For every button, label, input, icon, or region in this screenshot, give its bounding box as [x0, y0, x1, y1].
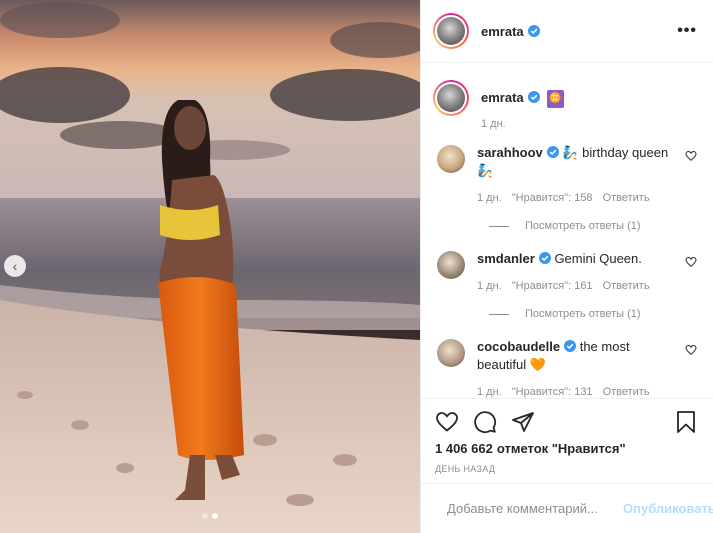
chevron-left-icon: ‹	[12, 258, 18, 274]
commenter-avatar[interactable]	[437, 145, 465, 173]
post-side-panel: emrata ••• emrata ♊ 1 дн. sarahhoov 🧞 bi…	[420, 0, 713, 533]
verified-badge-icon	[564, 340, 577, 352]
commenter-username[interactable]: cocobaudelle	[477, 339, 560, 354]
author-username[interactable]: emrata	[481, 24, 540, 39]
post-actions: 1 406 662 отметок "Нравится" ДЕНЬ НАЗАД	[421, 398, 713, 474]
add-comment-bar: Опубликовать	[421, 483, 713, 533]
reply-button[interactable]: Ответить	[603, 386, 650, 398]
comment-like-heart-icon[interactable]	[685, 150, 697, 162]
commenter-username[interactable]: sarahhoov	[477, 145, 543, 160]
carousel-indicator	[0, 513, 420, 519]
view-replies-button[interactable]: Посмотреть ответы (1)	[489, 308, 697, 320]
verified-badge-icon	[527, 91, 540, 103]
publish-button[interactable]: Опубликовать	[623, 501, 713, 516]
heart-icon[interactable]	[435, 410, 459, 434]
comment-likes[interactable]: "Нравится": 158	[512, 192, 593, 204]
paper-plane-icon[interactable]	[511, 410, 535, 434]
comments-list[interactable]: emrata ♊ 1 дн. sarahhoov 🧞 birthday quee…	[421, 64, 713, 398]
beach-photo	[0, 0, 420, 533]
comment-likes[interactable]: "Нравится": 161	[512, 280, 593, 292]
post-photo[interactable]: ‹	[0, 0, 420, 533]
comment-time[interactable]: 1 дн.	[477, 192, 502, 204]
carousel-dot	[202, 513, 208, 519]
view-replies-button[interactable]: Посмотреть ответы (1)	[489, 220, 697, 232]
instagram-post: ‹ emrata ••• emrata ♊ 1 дн. sarahhoov 🧞 …	[0, 0, 713, 533]
comment: smdanler Gemini Queen. 1 дн. "Нравится": 1…	[433, 250, 697, 292]
comment: sarahhoov 🧞 birthday queen 🧞 1 дн. "Нравит…	[433, 144, 697, 204]
author-avatar[interactable]	[433, 13, 469, 49]
commenter-avatar[interactable]	[437, 251, 465, 279]
verified-badge-icon	[546, 146, 559, 158]
commenter-username[interactable]: smdanler	[477, 251, 535, 266]
reply-button[interactable]: Ответить	[603, 280, 650, 292]
comment-time[interactable]: 1 дн.	[477, 386, 502, 398]
verified-badge-icon	[527, 24, 540, 37]
commenter-avatar[interactable]	[437, 339, 465, 367]
caption-time[interactable]: 1 дн.	[481, 118, 506, 130]
carousel-prev-button[interactable]: ‹	[4, 255, 26, 277]
caption-avatar[interactable]	[433, 80, 469, 116]
more-options-icon[interactable]: •••	[677, 22, 697, 40]
caption-username[interactable]: emrata	[481, 90, 524, 105]
post-caption: emrata ♊ 1 дн.	[433, 80, 697, 130]
comment-like-heart-icon[interactable]	[685, 344, 697, 356]
post-header: emrata •••	[421, 0, 713, 63]
comment-time[interactable]: 1 дн.	[477, 280, 502, 292]
comment-likes[interactable]: "Нравится": 131	[512, 386, 593, 398]
carousel-dot-active	[212, 513, 218, 519]
comment-icon[interactable]	[473, 410, 497, 434]
caption-text: ♊	[547, 90, 564, 108]
verified-badge-icon	[538, 252, 551, 264]
comment-text: Gemini Queen.	[554, 251, 642, 266]
post-time[interactable]: ДЕНЬ НАЗАД	[435, 464, 697, 474]
bookmark-icon[interactable]	[675, 410, 697, 434]
likes-count[interactable]: 1 406 662 отметок "Нравится"	[435, 441, 697, 456]
reply-button[interactable]: Ответить	[603, 192, 650, 204]
comment-input[interactable]	[447, 501, 623, 516]
comment: cocobaudelle the most beautiful 🧡 1 дн. "Н…	[433, 338, 697, 398]
comment-like-heart-icon[interactable]	[685, 256, 697, 268]
